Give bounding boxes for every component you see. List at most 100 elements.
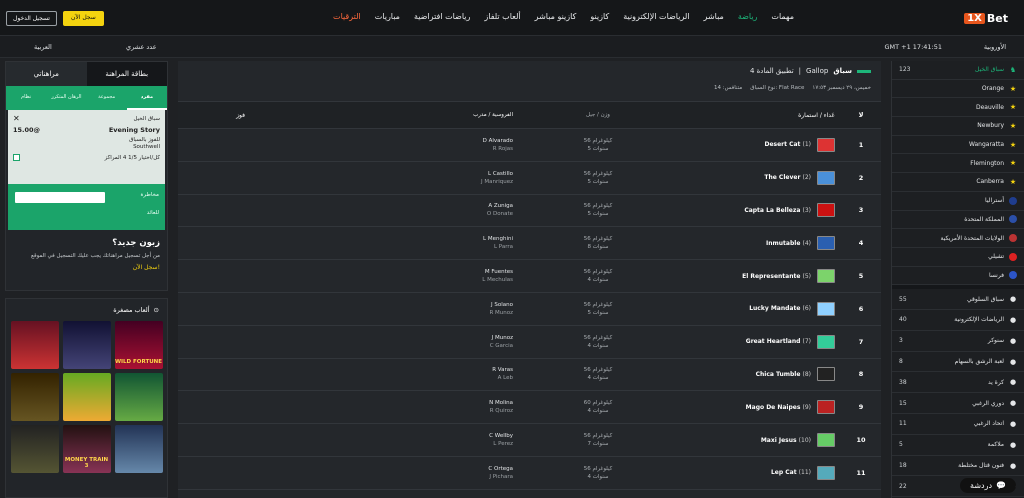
game-tile[interactable]: [10, 321, 59, 369]
runner-number: 10: [856, 436, 866, 445]
sidebar-item[interactable]: ★ Newbury: [892, 117, 1024, 136]
sport-item[interactable]: ● دوري الرغبي 15: [892, 393, 1024, 415]
tab-bet-slip[interactable]: بطاقة المراهنة: [86, 62, 167, 86]
sidebar-item-label: Flemington: [970, 159, 1004, 167]
table-row[interactable]: 2 The Clever (2) 56 كيلوغرام 5 سنوات L Ca…: [178, 162, 881, 195]
sidebar-item[interactable]: أستراليا: [892, 192, 1024, 211]
table-row[interactable]: 9 Mago De Naipes (9) 60 كيلوغرام 4 سنوات …: [178, 391, 881, 425]
sidebar-item[interactable]: تشيلي: [892, 248, 1024, 267]
game-tile[interactable]: [114, 373, 163, 421]
jockey-name: D Alvarado: [482, 137, 513, 144]
star-icon[interactable]: ★: [1009, 85, 1017, 93]
game-tile[interactable]: WILD FORTUNE: [114, 321, 163, 369]
format-select[interactable]: الأوروبية: [984, 43, 1006, 51]
nav-matches[interactable]: مباريات: [375, 12, 400, 21]
silk-icon: [817, 203, 835, 218]
sidebar-item[interactable]: ★ Flemington: [892, 154, 1024, 174]
sport-count: 11: [899, 420, 907, 428]
table-row[interactable]: 5 El Representante (5) 56 كيلوغرام 4 سنوا…: [178, 260, 881, 293]
sport-item[interactable]: ● اتحاد الرغبي 11: [892, 414, 1024, 435]
login-button[interactable]: تسجيل الدخول: [6, 11, 57, 26]
sidebar-item[interactable]: ★ Deauville: [892, 98, 1024, 118]
flag-icon: [1009, 234, 1017, 243]
table-row[interactable]: 3 Capta La Belleza (3) 56 كيلوغرام 5 سنوا…: [178, 195, 881, 228]
sidebar-item[interactable]: ♞ سباق الخيل 123: [892, 61, 1024, 80]
game-tile[interactable]: MONEY TRAIN 3: [62, 425, 111, 473]
sport-item[interactable]: ● فنون قتال مختلطة 18: [892, 456, 1024, 477]
sidebar-item[interactable]: ★ Wangaratta: [892, 136, 1024, 155]
nav-tv-games[interactable]: ألعاب تلفاز: [484, 12, 520, 21]
runner-weight: 56 كيلوغرام: [583, 433, 613, 440]
runner-number: 7: [858, 337, 864, 346]
nav-promotions[interactable]: الترقيات: [333, 12, 361, 21]
nav-virtual-sports[interactable]: رياضات افتراضية: [414, 12, 470, 21]
register-button[interactable]: سجل الآن: [62, 11, 104, 26]
sport-item[interactable]: ● سباق السلوقي 55: [892, 289, 1024, 311]
sport-item[interactable]: ● الرياضات الإلكترونية 40: [892, 310, 1024, 331]
silk-icon: [817, 269, 835, 284]
runners-count: متنافس: 14: [714, 85, 743, 91]
star-icon[interactable]: ★: [1009, 122, 1017, 130]
runner-number: 4: [858, 239, 864, 248]
runner-weight: 56 كيلوغرام: [583, 269, 613, 276]
chat-button[interactable]: دردشة 💬: [960, 478, 1016, 493]
sport-item[interactable]: ● لعبة الرشق بالسهام 8: [892, 352, 1024, 373]
language-select[interactable]: العربية: [34, 43, 52, 51]
star-icon[interactable]: ★: [1009, 159, 1017, 167]
table-row[interactable]: 6 Lucky Mandate (6) 56 كيلوغرام 5 سنوات J…: [178, 293, 881, 326]
table-row[interactable]: 10 Maxi Jesus (10) 56 كيلوغرام 7 سنوات C …: [178, 424, 881, 457]
game-tile[interactable]: [114, 425, 163, 473]
handball-icon: ●: [1009, 378, 1017, 387]
market-label: للفوز بالسباق: [129, 137, 160, 143]
sport-item[interactable]: ● سنوكر 3: [892, 331, 1024, 352]
nav-live-casino[interactable]: كازينو مباشر: [535, 12, 577, 21]
tab-system[interactable]: نظام: [6, 86, 46, 110]
runner-name: Maxi Jesus (10): [760, 436, 811, 444]
game-tile[interactable]: [10, 373, 59, 421]
tab-multi[interactable]: مجموعة: [87, 86, 127, 110]
sidebar-item[interactable]: ★ Orange: [892, 80, 1024, 99]
rugby-union-icon: ●: [1009, 419, 1017, 428]
close-icon[interactable]: ✕: [13, 114, 20, 123]
tab-repeat[interactable]: الرهان المتكرر: [46, 86, 86, 110]
new-customer-box: زبون جديد؟ من أجل تسجيل مراهناتك يجب علي…: [6, 230, 167, 279]
tab-single[interactable]: مفرد: [126, 86, 167, 110]
game-tile[interactable]: [10, 425, 59, 473]
runner-age: 8 سنوات: [587, 244, 609, 251]
nav-missions[interactable]: مهمات: [771, 12, 794, 21]
nav-sports[interactable]: رياضة: [738, 12, 758, 21]
sidebar-item[interactable]: المملكة المتحدة: [892, 211, 1024, 230]
jockey-name: N Molina: [489, 400, 513, 407]
star-icon[interactable]: ★: [1009, 103, 1017, 111]
table-row[interactable]: 8 Chica Tumble (8) 56 كيلوغرام 4 سنوات R …: [178, 359, 881, 392]
sidebar-item[interactable]: فرنسا: [892, 267, 1024, 286]
table-row[interactable]: 7 Great Heartland (7) 56 كيلوغرام 4 سنوات…: [178, 326, 881, 359]
star-icon[interactable]: ★: [1009, 178, 1017, 186]
runner-name: Lep Cat (11): [770, 469, 811, 477]
register-link[interactable]: سجل الآن!: [13, 264, 160, 271]
sport-item[interactable]: ● كرة يد 38: [892, 372, 1024, 394]
table-row[interactable]: 4 Inmutable (4) 56 كيلوغرام 8 سنوات L Men…: [178, 227, 881, 261]
sidebar-item[interactable]: الولايات المتحدة الأمريكية: [892, 229, 1024, 248]
nav-live[interactable]: مباشر: [704, 12, 724, 21]
star-icon[interactable]: ★: [1009, 141, 1017, 149]
clock: GMT +1 17:41:51: [884, 43, 942, 51]
odds-format-select[interactable]: عدد عشري: [126, 43, 157, 51]
nav-casino[interactable]: كازينو: [590, 12, 609, 21]
silk-icon: [817, 400, 835, 415]
1xbet-logo[interactable]: 1X Bet: [956, 9, 1008, 27]
sport-item[interactable]: ● ملاكمة 5: [892, 435, 1024, 456]
event-title: سباق: [833, 67, 852, 75]
trainer-name: C Garcia: [489, 342, 513, 349]
stake-input[interactable]: [15, 192, 105, 203]
runner-number: 9: [858, 403, 864, 412]
table-row[interactable]: 11 Lep Cat (11) 56 كيلوغرام 4 سنوات C Ort…: [178, 457, 881, 490]
table-row[interactable]: 1 Desert Cat (1) 56 كيلوغرام 5 سنوات D Al…: [178, 129, 881, 162]
each-way-checkbox[interactable]: [13, 154, 20, 161]
nav-esports[interactable]: الرياضات الإلكترونية: [623, 12, 689, 21]
game-tile[interactable]: [62, 321, 111, 369]
sidebar-item[interactable]: ★ Canberra: [892, 173, 1024, 192]
runner-name: The Clever (2): [764, 174, 811, 182]
game-tile[interactable]: [62, 373, 111, 421]
tab-my-bets[interactable]: مراهناتي: [6, 62, 87, 86]
